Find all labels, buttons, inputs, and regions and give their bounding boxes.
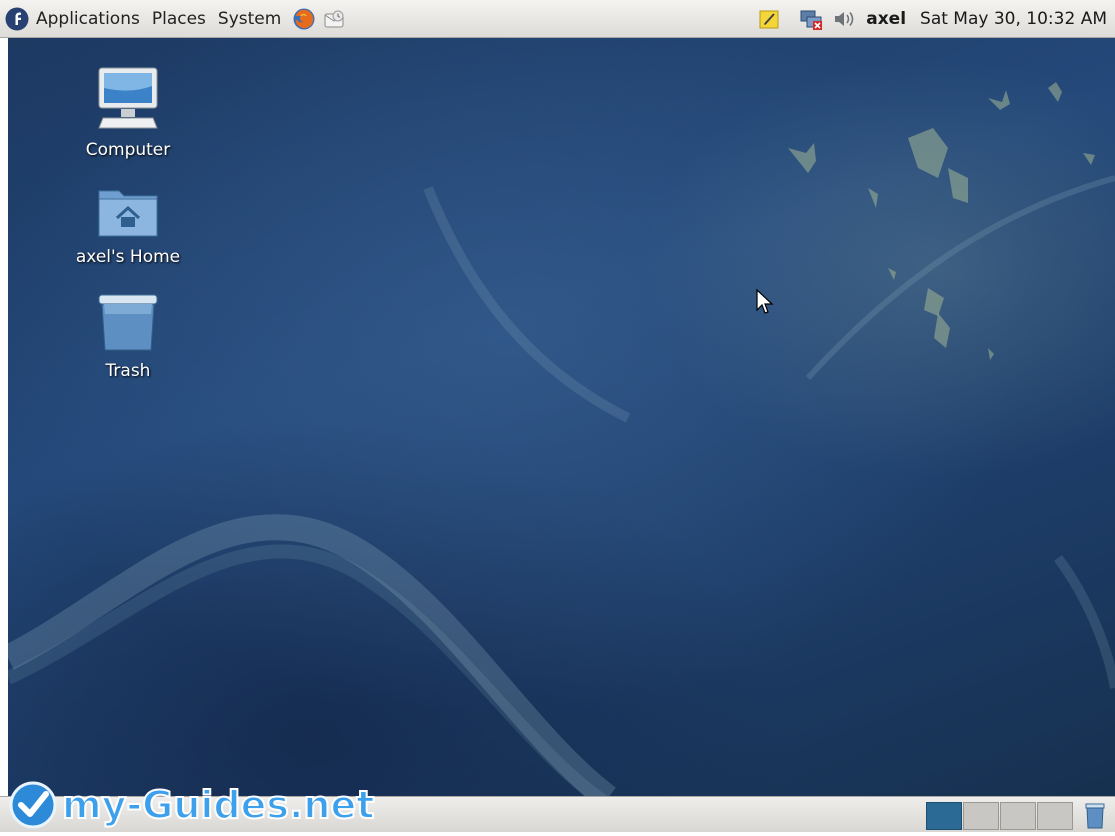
workspace-3[interactable] <box>1000 802 1036 830</box>
firefox-icon[interactable] <box>291 6 317 32</box>
network-icon[interactable] <box>799 6 825 32</box>
watermark: my-Guides.net <box>6 778 446 836</box>
mail-icon[interactable] <box>321 6 347 32</box>
computer-desktop-icon[interactable]: Computer <box>63 66 193 160</box>
desktop[interactable]: Computer axel's Home Trash <box>8 38 1115 796</box>
trash-applet-icon[interactable] <box>1084 802 1106 830</box>
places-menu[interactable]: Places <box>146 0 212 37</box>
system-tray: axel Sat May 30, 10:32 AM <box>753 0 1115 37</box>
desktop-icon-label: Trash <box>105 361 151 381</box>
workspace-4[interactable] <box>1037 802 1073 830</box>
system-menu[interactable]: System <box>212 0 287 37</box>
workspace-1[interactable] <box>926 802 962 830</box>
top-panel: Applications Places System axel Sat May … <box>0 0 1115 38</box>
desktop-icon-label: axel's Home <box>75 247 181 267</box>
trash-desktop-icon[interactable]: Trash <box>63 293 193 381</box>
applications-menu[interactable]: Applications <box>30 0 146 37</box>
mouse-pointer-icon <box>755 288 775 320</box>
home-folder-desktop-icon[interactable]: axel's Home <box>63 183 193 267</box>
volume-icon[interactable] <box>831 6 857 32</box>
user-name[interactable]: axel <box>860 9 912 29</box>
home-folder-icon <box>97 183 159 243</box>
desktop-icon-label: Computer <box>85 140 171 160</box>
watermark-text: my-Guides.net <box>62 783 374 827</box>
fedora-logo-icon[interactable] <box>4 6 30 32</box>
trash-icon <box>97 293 159 357</box>
notes-icon[interactable] <box>756 6 782 32</box>
main-menu: Applications Places System <box>0 0 347 37</box>
computer-icon <box>95 66 161 136</box>
workspace-2[interactable] <box>963 802 999 830</box>
workspace-switcher <box>926 802 1074 830</box>
clock[interactable]: Sat May 30, 10:32 AM <box>912 9 1115 29</box>
